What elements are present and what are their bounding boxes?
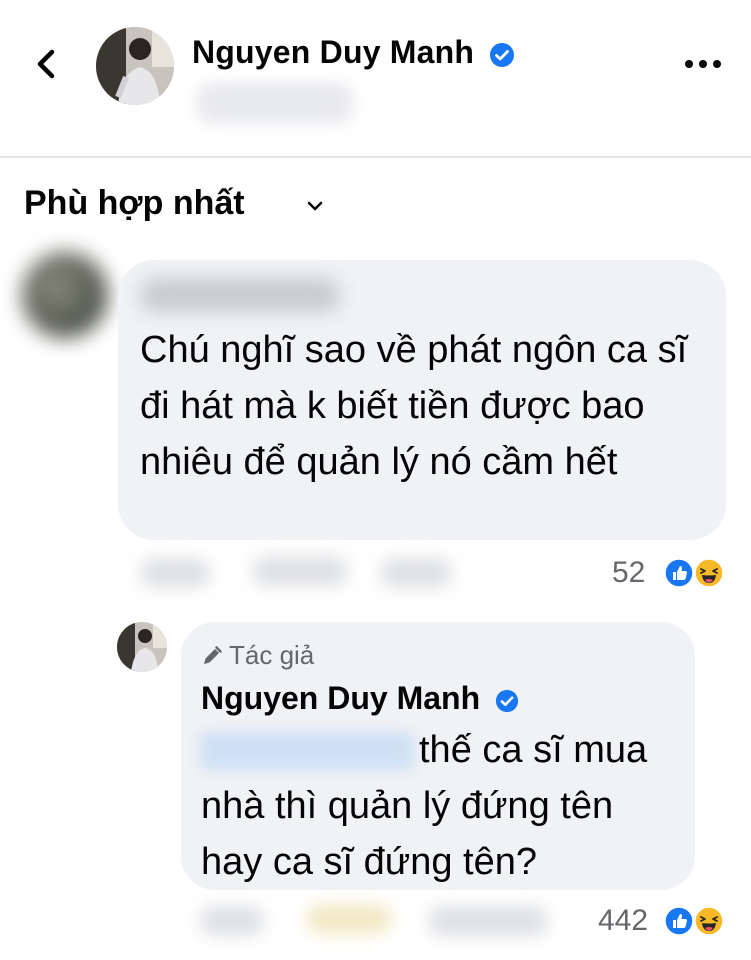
post-meta-blurred: [196, 82, 354, 124]
like-action-blurred[interactable]: [140, 558, 210, 588]
verified-icon: [490, 42, 515, 67]
reply-author-avatar[interactable]: [117, 622, 167, 672]
back-chevron-icon[interactable]: [28, 44, 68, 84]
time-action-blurred: [428, 906, 548, 936]
time-action-blurred: [380, 558, 452, 588]
header-divider: [0, 156, 751, 158]
reply-action-blurred[interactable]: [252, 556, 348, 586]
reaction-count[interactable]: 442: [598, 904, 648, 938]
avatar[interactable]: [96, 27, 174, 105]
author-badge: Tác giả: [201, 640, 314, 671]
reply-text: thế ca sĩ mua nhà thì quản lý đứng tên h…: [201, 729, 648, 883]
pencil-icon: [204, 646, 222, 664]
like-icon: [664, 906, 694, 936]
profile-name-text[interactable]: Nguyen Duy Manh: [192, 34, 474, 70]
haha-icon: [694, 906, 724, 936]
reply-action-blurred[interactable]: [306, 904, 392, 934]
commenter-name-blurred[interactable]: [140, 278, 340, 312]
more-icon[interactable]: [683, 58, 723, 70]
author-badge-label: Tác giả: [229, 640, 315, 670]
like-icon: [664, 558, 694, 588]
commenter-avatar[interactable]: [22, 252, 108, 338]
chevron-down-icon[interactable]: [306, 200, 324, 212]
reply-author-name[interactable]: Nguyen Duy Manh: [201, 680, 519, 717]
comment-text: Chú nghĩ sao về phát ngôn ca sĩ đi hát m…: [140, 329, 688, 483]
reply-author-name-text[interactable]: Nguyen Duy Manh: [201, 680, 480, 716]
profile-name[interactable]: Nguyen Duy Manh: [192, 34, 515, 71]
verified-icon: [495, 689, 519, 712]
like-action-blurred[interactable]: [200, 906, 264, 936]
haha-icon: [694, 558, 724, 588]
reaction-count[interactable]: 52: [612, 556, 645, 590]
sort-dropdown-label[interactable]: Phù hợp nhất: [24, 184, 245, 223]
